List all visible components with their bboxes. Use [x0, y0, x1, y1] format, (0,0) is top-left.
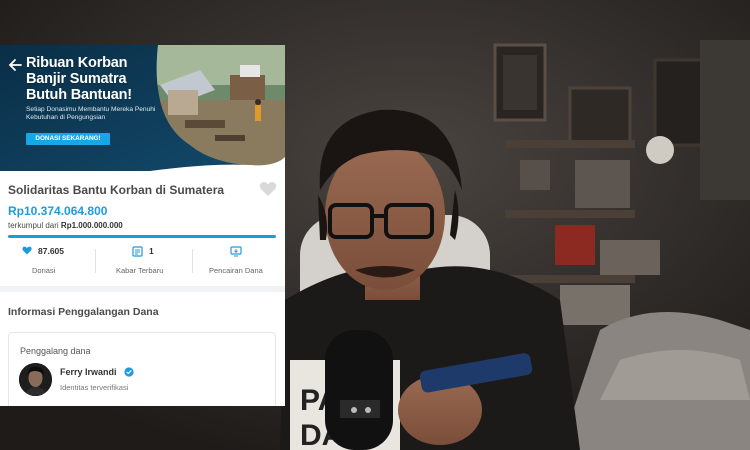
withdrawal-icon [230, 246, 242, 257]
donate-now-button[interactable]: DONASI SEKARANG! [26, 133, 110, 145]
fundraiser-name[interactable]: Ferry Irwandi [60, 367, 117, 377]
heart-icon[interactable] [259, 181, 277, 197]
campaign-banner: Ribuan Korban Banjir Sumatra Butuh Bantu… [0, 45, 285, 171]
stat-withdrawal[interactable]: Pencairan Dana [192, 241, 285, 282]
progress-bar [8, 235, 276, 238]
donation-count: 87.605 [38, 246, 64, 256]
withdrawal-label: Pencairan Dana [209, 266, 263, 275]
amount-collected: Rp10.374.064.800 [8, 204, 108, 218]
donation-label: Donasi [32, 266, 56, 275]
update-label: Kabar Terbaru [116, 266, 164, 275]
campaign-title: Solidaritas Bantu Korban di Sumatera [8, 183, 225, 197]
banner-description: Setiap Donasimu Membantu Mereka Penuhi K… [26, 106, 156, 122]
target-prefix: terkumpul dari [8, 221, 59, 230]
section-separator [0, 286, 285, 292]
back-arrow-icon[interactable] [8, 58, 22, 72]
update-count: 1 [149, 246, 154, 256]
heart-icon [22, 246, 32, 255]
campaign-screenshot: Ribuan Korban Banjir Sumatra Butuh Bantu… [0, 45, 285, 406]
verification-status: Identitas terverifikasi [60, 383, 129, 392]
stat-donations[interactable]: 87.605 Donasi [0, 241, 95, 282]
news-icon [132, 246, 143, 257]
target-amount: Rp1.000.000.000 [60, 221, 123, 230]
stat-updates[interactable]: 1 Kabar Terbaru [96, 241, 191, 282]
stats-row: 87.605 Donasi 1 Kabar Terbaru Pencairan … [0, 241, 285, 282]
banner-title: Ribuan Korban Banjir Sumatra Butuh Bantu… [26, 55, 132, 103]
info-section-title: Informasi Penggalangan Dana [8, 306, 159, 318]
avatar[interactable] [19, 363, 52, 396]
progress-caption: terkumpul dari Rp1.000.000.000 [8, 221, 123, 230]
verified-badge-icon [124, 367, 134, 377]
progress-fill [8, 235, 276, 238]
fundraiser-card: Penggalang dana Ferry Irwandi Identitas … [8, 332, 276, 406]
fundraiser-label: Penggalang dana [20, 346, 91, 356]
